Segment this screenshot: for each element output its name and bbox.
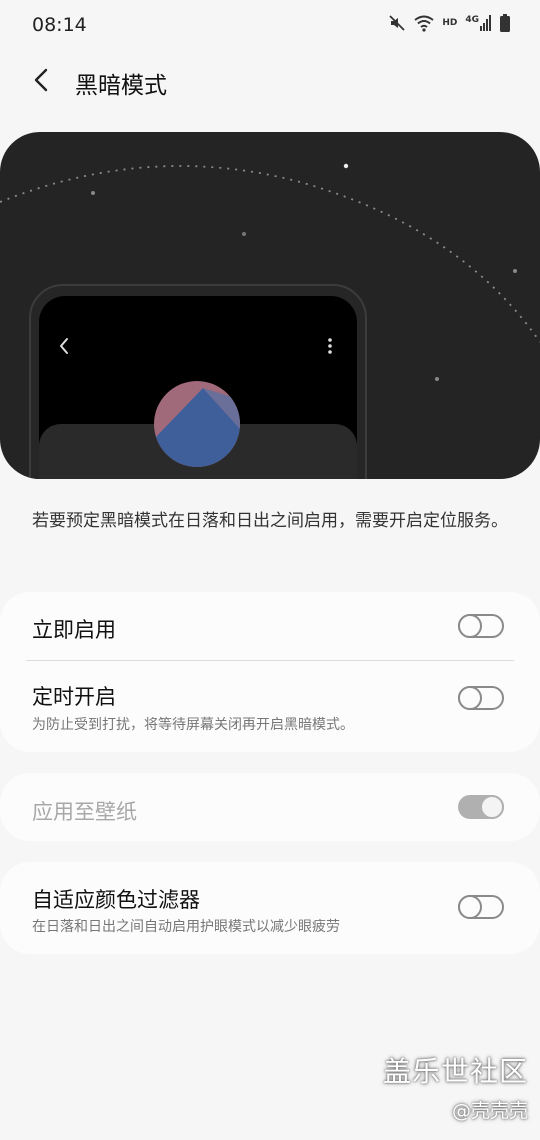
adaptive-filter-toggle[interactable]	[458, 895, 504, 919]
apply-wallpaper-row[interactable]: 应用至壁纸	[0, 773, 540, 841]
page-title: 黑暗模式	[75, 73, 167, 99]
back-button[interactable]	[26, 64, 58, 96]
scheduled-description: 为防止受到打扰，将等待屏幕关闭再开启黑暗模式。	[32, 717, 354, 733]
mock-more-vertical-icon	[328, 338, 332, 354]
adaptive-filter-card: 自适应颜色过滤器 在日落和日出之间自动启用护眼模式以减少眼疲劳	[0, 862, 540, 954]
enable-now-row[interactable]: 立即启用	[0, 592, 540, 660]
dark-mode-preview-illustration	[0, 132, 540, 479]
mock-phone-frame	[29, 284, 367, 479]
apply-wallpaper-label: 应用至壁纸	[32, 800, 137, 824]
mock-avatar-image	[154, 381, 240, 467]
enable-now-label: 立即启用	[32, 618, 116, 642]
adaptive-filter-row[interactable]: 自适应颜色过滤器 在日落和日出之间自动启用护眼模式以减少眼疲劳	[0, 862, 540, 954]
mock-back-icon	[60, 338, 68, 354]
status-icons: HD 4G	[388, 14, 510, 32]
location-info-text: 若要预定黑暗模式在日落和日出之间启用，需要开启定位服务。	[32, 511, 508, 531]
adaptive-filter-description: 在日落和日出之间自动启用护眼模式以减少眼疲劳	[32, 919, 340, 935]
app-header: 黑暗模式	[0, 50, 540, 112]
adaptive-filter-label: 自适应颜色过滤器	[32, 888, 200, 912]
battery-icon	[500, 14, 510, 32]
wallpaper-card: 应用至壁纸	[0, 773, 540, 841]
back-arrow-icon	[34, 68, 48, 92]
toggle-knob	[480, 795, 504, 819]
hd-label: HD	[442, 18, 458, 28]
toggle-knob	[458, 614, 482, 638]
mute-icon	[388, 14, 406, 32]
enable-now-toggle[interactable]	[458, 614, 504, 638]
network-type-label: 4G	[465, 15, 479, 25]
toggle-knob	[458, 686, 482, 710]
dark-mode-options-card: 立即启用 定时开启 为防止受到打扰，将等待屏幕关闭再开启黑暗模式。	[0, 592, 540, 752]
scheduled-label: 定时开启	[32, 685, 116, 709]
status-time: 08:14	[32, 14, 87, 36]
status-bar: 08:14 HD 4G	[0, 0, 540, 50]
watermark-title: 盖乐世社区	[382, 1055, 528, 1088]
signal-icon: 4G	[465, 15, 492, 31]
scheduled-toggle[interactable]	[458, 686, 504, 710]
community-watermark: 盖乐世社区 @壳壳壳	[383, 1050, 528, 1123]
toggle-knob	[458, 895, 482, 919]
apply-wallpaper-toggle[interactable]	[458, 795, 504, 819]
mock-phone-screen	[39, 296, 357, 479]
wifi-icon	[414, 14, 434, 32]
scheduled-row[interactable]: 定时开启 为防止受到打扰，将等待屏幕关闭再开启黑暗模式。	[0, 661, 540, 752]
watermark-user: @壳壳壳	[451, 1100, 528, 1122]
